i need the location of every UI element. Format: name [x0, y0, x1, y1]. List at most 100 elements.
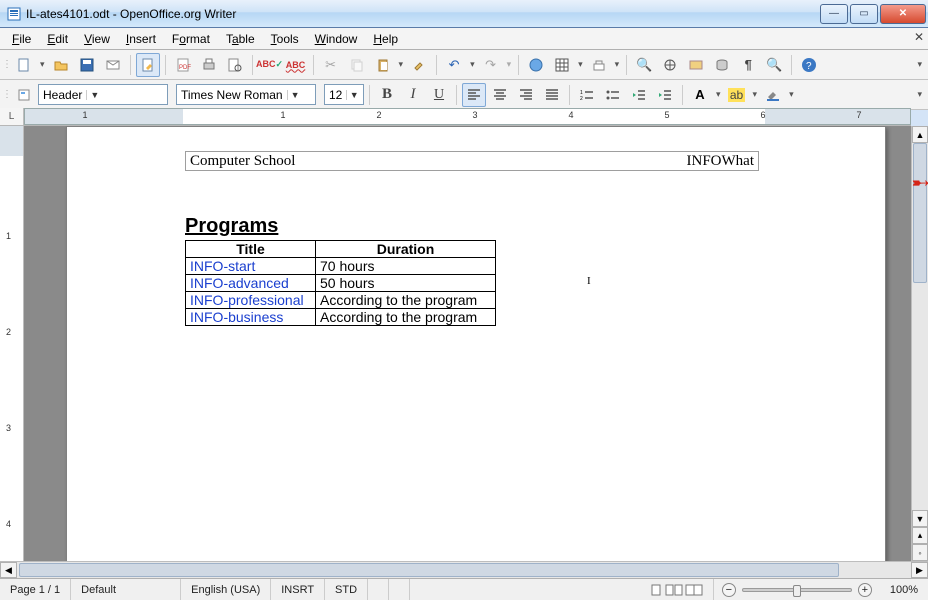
scroll-left-button[interactable]: ◀ [0, 562, 17, 578]
menu-tools[interactable]: Tools [263, 30, 307, 48]
toolbar-handle[interactable]: ⋮ [4, 59, 10, 70]
document-canvas[interactable]: Computer School INFOWhat Programs Title … [24, 126, 911, 578]
paste-dropdown-icon[interactable]: ▾ [397, 59, 406, 70]
multi-page-icon[interactable] [665, 584, 683, 596]
zoom-knob[interactable] [793, 585, 801, 597]
zoom-track[interactable] [742, 588, 852, 592]
navigator-button[interactable] [658, 53, 682, 77]
link-info-advanced[interactable]: INFO-advanced [190, 275, 289, 291]
status-modified[interactable] [368, 579, 389, 600]
scroll-thumb[interactable] [19, 563, 839, 577]
vertical-scrollbar[interactable]: ▲ ▼ ▴ ◦ ▾ [911, 126, 928, 578]
single-page-icon[interactable] [649, 584, 663, 596]
scroll-track[interactable] [17, 562, 911, 578]
paste-button[interactable] [371, 53, 395, 77]
menu-help[interactable]: Help [365, 30, 406, 48]
close-button[interactable]: ✕ [880, 4, 926, 24]
document-body[interactable]: Programs Title Duration INFO-start70 hou… [185, 215, 759, 326]
paragraph-style-combo[interactable]: Header ▼ [38, 84, 168, 105]
redo-dropdown-icon[interactable]: ▾ [505, 59, 514, 70]
numbered-list-button[interactable]: 12 [575, 83, 599, 107]
link-info-start[interactable]: INFO-start [190, 258, 255, 274]
scroll-thumb[interactable] [913, 143, 927, 283]
spellcheck-button[interactable]: ABC✓ [258, 53, 282, 77]
zoom-out-button[interactable]: − [722, 583, 736, 597]
new-dropdown-icon[interactable]: ▾ [38, 59, 47, 70]
status-insert-mode[interactable]: INSRT [271, 579, 325, 600]
nonprinting-button[interactable]: ¶ [736, 53, 760, 77]
highlight-button[interactable]: ab [725, 83, 749, 107]
hyperlink-button[interactable] [524, 53, 548, 77]
export-pdf-button[interactable]: PDF [171, 53, 195, 77]
font-color-dropdown-icon[interactable]: ▾ [714, 89, 723, 100]
status-signature[interactable] [389, 579, 410, 600]
redo-button[interactable]: ↷ [479, 53, 503, 77]
status-language[interactable]: English (USA) [181, 579, 271, 600]
navigation-button[interactable]: ◦ [912, 544, 928, 561]
open-button[interactable] [49, 53, 73, 77]
zoom-button[interactable]: 🔍 [762, 53, 786, 77]
undo-dropdown-icon[interactable]: ▾ [468, 59, 477, 70]
table-dropdown-icon[interactable]: ▾ [576, 59, 585, 70]
show-draw-button[interactable] [587, 53, 611, 77]
italic-button[interactable]: I [401, 83, 425, 107]
table-button[interactable] [550, 53, 574, 77]
vertical-ruler[interactable]: 1 2 3 4 [0, 126, 24, 578]
copy-button[interactable] [345, 53, 369, 77]
menu-insert[interactable]: Insert [118, 30, 164, 48]
menu-table[interactable]: Table [218, 30, 263, 48]
new-button[interactable] [12, 53, 36, 77]
increase-indent-button[interactable] [653, 83, 677, 107]
align-center-button[interactable] [488, 83, 512, 107]
data-sources-button[interactable] [710, 53, 734, 77]
menu-file[interactable]: File [4, 30, 39, 48]
dropdown-icon[interactable]: ▼ [86, 90, 102, 100]
edit-file-button[interactable] [136, 53, 160, 77]
dropdown-icon[interactable]: ▼ [287, 90, 303, 100]
document-close-icon[interactable]: ✕ [914, 30, 924, 44]
help-button[interactable]: ? [797, 53, 821, 77]
ruler-corner[interactable]: L [0, 108, 24, 125]
zoom-in-button[interactable]: + [858, 583, 872, 597]
status-style[interactable]: Default [71, 579, 181, 600]
bullet-list-button[interactable] [601, 83, 625, 107]
scroll-up-button[interactable]: ▲ [912, 126, 928, 143]
prev-page-button[interactable]: ▴ [912, 527, 928, 544]
auto-spellcheck-button[interactable]: ABC [284, 53, 308, 77]
font-name-combo[interactable]: Times New Roman ▼ [176, 84, 316, 105]
format-paintbrush-button[interactable] [407, 53, 431, 77]
zoom-slider[interactable]: − + [714, 583, 880, 597]
view-layout-buttons[interactable] [639, 579, 714, 600]
print-preview-button[interactable] [223, 53, 247, 77]
underline-button[interactable]: U [427, 83, 451, 107]
decrease-indent-button[interactable] [627, 83, 651, 107]
scroll-right-button[interactable]: ▶ [911, 562, 928, 578]
find-button[interactable]: 🔍 [632, 53, 656, 77]
font-color-button[interactable]: A [688, 83, 712, 107]
draw-dropdown-icon[interactable]: ▾ [613, 59, 622, 70]
toolbar-overflow-icon[interactable]: ▾ [915, 89, 924, 100]
save-button[interactable] [75, 53, 99, 77]
horizontal-scrollbar[interactable]: ◀ ▶ [0, 561, 928, 578]
font-size-combo[interactable]: 12 ▼ [324, 84, 364, 105]
horizontal-ruler[interactable]: 1 1 2 3 4 5 6 7 [24, 108, 911, 125]
bold-button[interactable]: B [375, 83, 399, 107]
gallery-button[interactable] [684, 53, 708, 77]
cut-button[interactable]: ✂ [319, 53, 343, 77]
scroll-down-button[interactable]: ▼ [912, 510, 928, 527]
email-button[interactable] [101, 53, 125, 77]
undo-button[interactable]: ↶ [442, 53, 466, 77]
highlight-dropdown-icon[interactable]: ▾ [751, 89, 760, 100]
status-selection-mode[interactable]: STD [325, 579, 368, 600]
background-dropdown-icon[interactable]: ▾ [787, 89, 796, 100]
status-page[interactable]: Page 1 / 1 [0, 579, 71, 600]
toolbar-overflow-icon[interactable]: ▾ [915, 59, 924, 70]
zoom-percent[interactable]: 100% [880, 579, 928, 600]
toolbar-handle[interactable]: ⋮ [4, 89, 10, 100]
styles-button[interactable] [12, 83, 36, 107]
header-frame[interactable]: Computer School INFOWhat [185, 151, 759, 171]
menu-view[interactable]: View [76, 30, 118, 48]
align-justify-button[interactable] [540, 83, 564, 107]
background-color-button[interactable] [761, 83, 785, 107]
menu-edit[interactable]: Edit [39, 30, 76, 48]
